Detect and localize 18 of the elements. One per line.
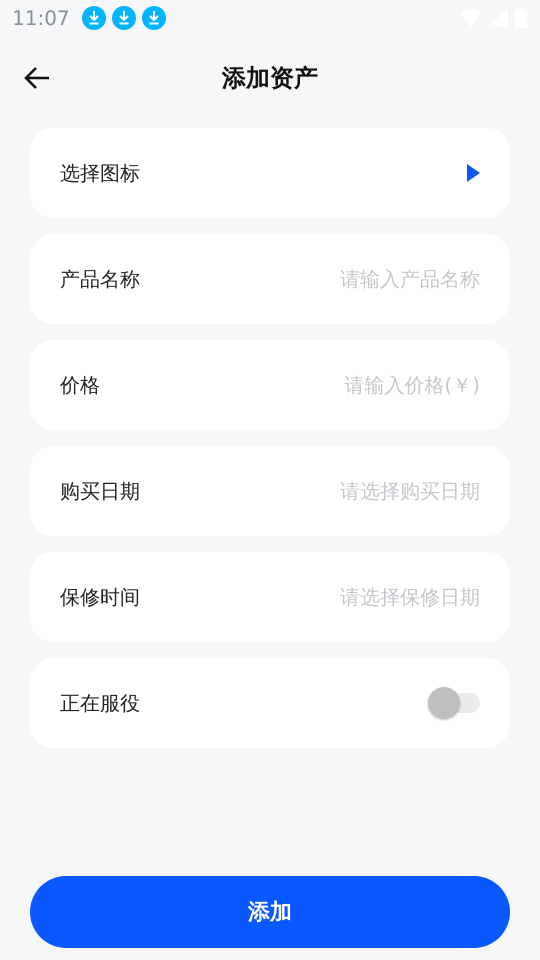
status-time: 11:07 bbox=[12, 6, 70, 30]
field-label: 保修时间 bbox=[60, 584, 141, 610]
download-icon bbox=[82, 6, 106, 30]
add-button[interactable]: 添加 bbox=[30, 876, 510, 948]
field-label: 购买日期 bbox=[60, 478, 141, 504]
page-title: 添加资产 bbox=[222, 63, 318, 94]
field-label: 产品名称 bbox=[60, 266, 141, 292]
field-label: 正在服役 bbox=[60, 690, 141, 716]
input-field[interactable]: 请选择保修日期 bbox=[220, 585, 480, 609]
download-icon bbox=[112, 6, 136, 30]
input-field[interactable]: 请选择购买日期 bbox=[220, 479, 480, 503]
input-field[interactable]: 请输入价格(￥) bbox=[220, 373, 480, 397]
triangle-icon[interactable] bbox=[466, 164, 480, 182]
field-label: 价格 bbox=[60, 372, 101, 398]
toggle-switch[interactable] bbox=[428, 687, 480, 719]
download-icon bbox=[142, 6, 166, 30]
input-field[interactable]: 请输入产品名称 bbox=[220, 267, 480, 291]
field-label: 选择图标 bbox=[60, 160, 141, 186]
